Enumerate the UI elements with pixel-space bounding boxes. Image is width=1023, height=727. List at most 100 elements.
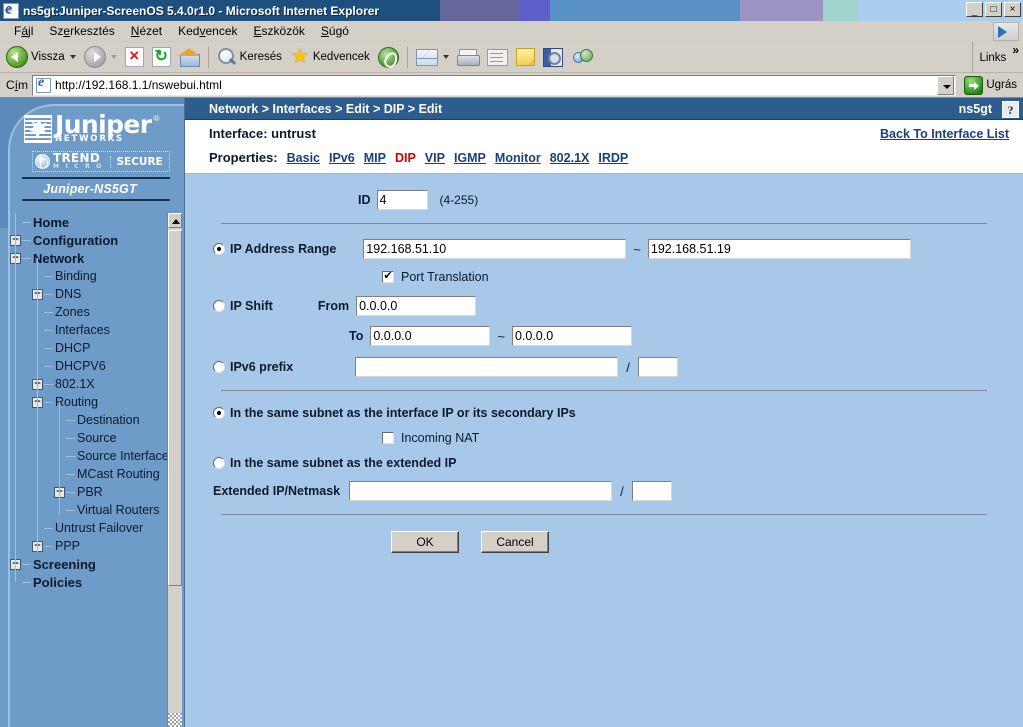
sidebar-item-configuration[interactable]: +Configuration bbox=[10, 231, 184, 249]
close-icon: × bbox=[1005, 3, 1020, 16]
back-to-interface-list-link[interactable]: Back To Interface List bbox=[880, 127, 1009, 141]
tab-monitor[interactable]: Monitor bbox=[495, 151, 541, 165]
scrollbar-thumb[interactable] bbox=[168, 230, 182, 586]
subnet-extended-radio[interactable] bbox=[213, 457, 225, 469]
ip-address-range-radio[interactable] bbox=[213, 243, 225, 255]
address-input-wrap[interactable]: http://192.168.1.1/nswebui.html bbox=[32, 75, 956, 96]
port-translation-checkbox[interactable] bbox=[382, 271, 394, 283]
cancel-button[interactable]: Cancel bbox=[481, 531, 549, 553]
forward-button[interactable] bbox=[80, 44, 121, 70]
favorites-button[interactable]: Kedvencek bbox=[286, 44, 374, 70]
sidebar-item-screening[interactable]: +Screening bbox=[10, 555, 184, 573]
dip-form-area: ID (4-255) IP Address Range ~ Port Tran bbox=[185, 174, 1023, 727]
links-bar[interactable]: Links » bbox=[972, 42, 1023, 73]
print-icon bbox=[457, 48, 479, 66]
chevron-right-icon[interactable]: » bbox=[1012, 43, 1019, 57]
menu-item-fajl[interactable]: Fájl bbox=[6, 22, 41, 40]
home-button[interactable] bbox=[175, 44, 204, 70]
note-button[interactable] bbox=[512, 44, 539, 70]
port-translation-row: Port Translation bbox=[382, 270, 995, 284]
menu-item-nezet[interactable]: Nézet bbox=[123, 22, 170, 40]
tab-basic[interactable]: Basic bbox=[287, 151, 320, 165]
incoming-nat-checkbox[interactable] bbox=[382, 432, 394, 444]
minimize-icon: _ bbox=[967, 3, 982, 16]
back-button[interactable]: Vissza bbox=[2, 44, 80, 70]
menu-item-eszkozok[interactable]: Eszközök bbox=[246, 22, 313, 40]
tree-branch-line bbox=[44, 294, 53, 295]
scrollbar-track[interactable] bbox=[168, 713, 182, 727]
search-button[interactable]: Keresés bbox=[213, 44, 286, 70]
ip-shift-from-input[interactable] bbox=[356, 296, 476, 316]
id-input[interactable] bbox=[377, 190, 428, 210]
tab-mip[interactable]: MIP bbox=[364, 151, 386, 165]
scroll-up-button[interactable] bbox=[168, 213, 182, 228]
tab-vip[interactable]: VIP bbox=[425, 151, 445, 165]
print-button[interactable] bbox=[453, 44, 483, 70]
address-url-text[interactable]: http://192.168.1.1/nswebui.html bbox=[55, 78, 933, 92]
go-button[interactable]: Ugrás bbox=[960, 74, 1021, 97]
extended-netmask-input[interactable] bbox=[632, 481, 672, 501]
registered-icon: ® bbox=[154, 114, 160, 123]
tab-8021x[interactable]: 802.1X bbox=[550, 151, 590, 165]
tree-branch-line bbox=[66, 510, 75, 511]
ipv6-prefix-radio[interactable] bbox=[213, 361, 225, 373]
search-button-label: Keresés bbox=[240, 51, 282, 63]
media-button[interactable] bbox=[374, 44, 403, 70]
menu-item-szerkesztes[interactable]: Szerkesztés bbox=[41, 22, 122, 40]
browser-toolbar: Vissza Keresés Kedvencek bbox=[0, 42, 1023, 73]
titlebar-segment bbox=[823, 0, 858, 21]
ip-range-from-input[interactable] bbox=[363, 239, 626, 259]
menu-item-sugo[interactable]: Súgó bbox=[313, 22, 357, 40]
menu-bar: Fájl Szerkesztés Nézet Kedvencek Eszközö… bbox=[0, 21, 1023, 42]
subnet-interface-radio[interactable] bbox=[213, 407, 225, 419]
tree-branch-line bbox=[66, 438, 75, 439]
toolbar-divider bbox=[407, 47, 408, 68]
close-button[interactable]: × bbox=[1004, 2, 1021, 17]
research-button[interactable] bbox=[539, 44, 567, 70]
messenger-button[interactable] bbox=[567, 44, 597, 70]
sidebar-item-label: MCast Routing bbox=[77, 467, 160, 481]
sidebar-item-label: Zones bbox=[55, 305, 90, 319]
chevron-down-icon bbox=[111, 55, 117, 59]
ip-range-to-input[interactable] bbox=[648, 239, 911, 259]
tab-irdp[interactable]: IRDP bbox=[598, 151, 628, 165]
sidebar-item-policies[interactable]: Policies bbox=[10, 573, 184, 591]
page-title: Interface: untrust bbox=[209, 126, 316, 141]
address-dropdown-button[interactable] bbox=[937, 76, 954, 95]
ipv6-prefix-input[interactable] bbox=[355, 357, 618, 377]
sidebar-item-label: Destination bbox=[77, 413, 140, 427]
home-icon bbox=[179, 47, 200, 67]
ip-address-range-label: IP Address Range bbox=[230, 242, 336, 256]
sidebar-scrollbar[interactable] bbox=[167, 213, 182, 727]
micro-label: M I C R O bbox=[53, 163, 103, 170]
sidebar-item-label: Virtual Routers bbox=[77, 503, 159, 517]
tree-branch-line bbox=[66, 456, 75, 457]
sidebar-item-home[interactable]: Home bbox=[10, 213, 184, 231]
ip-shift-to2-input[interactable] bbox=[512, 326, 632, 346]
ipv6-prefix-length-input[interactable] bbox=[638, 357, 678, 377]
help-button[interactable]: ? bbox=[1002, 101, 1019, 118]
main-content: Network > Interfaces > Edit > DIP > Edit… bbox=[185, 98, 1023, 727]
tab-dip[interactable]: DIP bbox=[395, 151, 416, 165]
menu-item-kedvencek[interactable]: Kedvencek bbox=[170, 22, 245, 40]
ok-button[interactable]: OK bbox=[391, 531, 459, 553]
minimize-button[interactable]: _ bbox=[966, 2, 983, 17]
stop-button[interactable] bbox=[121, 44, 148, 70]
ip-shift-to-input[interactable] bbox=[370, 326, 490, 346]
tab-igmp[interactable]: IGMP bbox=[454, 151, 486, 165]
mail-button[interactable] bbox=[412, 44, 453, 70]
sidebar-item-label: DNS bbox=[55, 287, 81, 301]
tab-ipv6[interactable]: IPv6 bbox=[329, 151, 355, 165]
refresh-button[interactable] bbox=[148, 44, 175, 70]
messenger-icon bbox=[571, 48, 593, 67]
subnet-extended-row: In the same subnet as the extended IP bbox=[213, 456, 995, 470]
edit-button[interactable] bbox=[483, 44, 512, 70]
ip-shift-radio[interactable] bbox=[213, 300, 225, 312]
tree-branch-line bbox=[44, 312, 53, 313]
back-arrow-icon bbox=[6, 46, 28, 68]
maximize-button[interactable]: □ bbox=[985, 2, 1002, 17]
tree-branch-line bbox=[44, 546, 53, 547]
titlebar-segment bbox=[740, 0, 823, 21]
extended-ip-input[interactable] bbox=[349, 481, 612, 501]
form-buttons: OK Cancel bbox=[391, 531, 995, 553]
